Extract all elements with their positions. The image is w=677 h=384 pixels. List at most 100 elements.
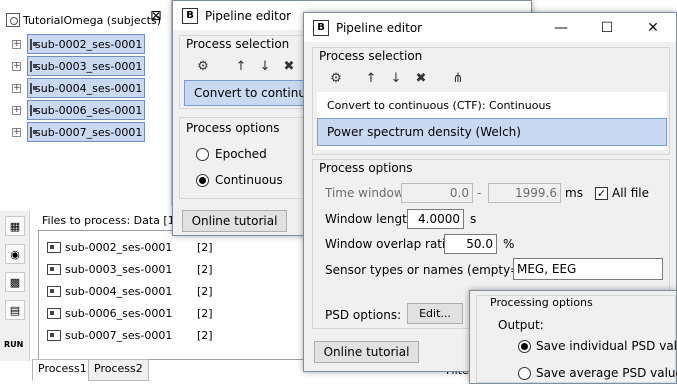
overlap-field[interactable]: 50.0 xyxy=(444,234,497,254)
online-tutorial-button[interactable]: Online tutorial xyxy=(314,341,419,363)
epoched-radio[interactable] xyxy=(196,148,209,161)
group-title: Process options xyxy=(319,161,413,175)
subject-label: sub-0003_ses-0001 xyxy=(35,59,143,73)
brainstorm-app-icon: B xyxy=(313,19,329,36)
list-item[interactable]: sub-0003_ses-0001 [2] xyxy=(47,259,297,279)
edit-button[interactable]: Edit... xyxy=(407,303,463,324)
move-down-icon[interactable]: ↓ xyxy=(385,68,407,88)
save-individual-radio[interactable] xyxy=(518,340,531,353)
data-file-icon xyxy=(47,241,61,253)
gear-icon[interactable]: ⚙ xyxy=(325,68,347,88)
window-length-label: Window length: xyxy=(325,212,419,226)
sensor-field[interactable]: MEG, EEG xyxy=(513,258,663,280)
move-up-icon[interactable]: ↑ xyxy=(360,68,382,88)
tree-subject[interactable]: + sub-0002_ses-0001 xyxy=(12,34,145,54)
overlap-label: Window overlap ratio: xyxy=(325,237,457,251)
time-end-field[interactable]: 1999.6 xyxy=(488,183,561,203)
tree-subject[interactable]: + sub-0003_ses-0001 xyxy=(12,56,145,76)
save-average-radio[interactable] xyxy=(518,367,531,380)
file-count: [2] xyxy=(197,284,213,298)
group-title: Processing options xyxy=(490,296,593,309)
window-title: Pipeline editor xyxy=(336,20,423,35)
files-title: Files to process: Data [10] xyxy=(42,214,186,227)
time-window-label: Time window: xyxy=(325,186,408,200)
all-file-checkbox[interactable]: ✓ xyxy=(595,187,608,200)
data-file-icon xyxy=(47,285,61,297)
window-length-field[interactable]: 4.0000 xyxy=(407,209,464,229)
save-average-label[interactable]: Save average PSD values (a xyxy=(536,366,677,380)
process1-tab-icon[interactable]: ▦ xyxy=(5,216,25,236)
file-name: sub-0004_ses-0001 xyxy=(65,284,173,298)
gear-icon[interactable]: ⚙ xyxy=(192,56,214,76)
all-file-label[interactable]: All file xyxy=(612,186,649,200)
delete-icon[interactable]: ✖ xyxy=(410,68,432,88)
minimize-icon[interactable]: — xyxy=(538,13,584,42)
process-tabs: Process1 Process2 xyxy=(30,359,310,384)
window-length-unit: s xyxy=(470,212,477,226)
layers-icon[interactable]: ▤ xyxy=(5,300,25,320)
subject-icon xyxy=(30,38,37,50)
tab-process2[interactable]: Process2 xyxy=(88,359,149,381)
tree-subject[interactable]: + sub-0006_ses-0001 xyxy=(12,100,145,120)
subject-icon xyxy=(30,104,37,116)
online-tutorial-button[interactable]: Online tutorial xyxy=(182,210,287,232)
epoched-label[interactable]: Epoched xyxy=(215,147,267,161)
close-icon[interactable]: ⊠ xyxy=(150,8,162,24)
file-count: [2] xyxy=(197,306,213,320)
maximize-icon[interactable]: ☐ xyxy=(584,13,630,42)
files-list[interactable]: sub-0002_ses-0001 [2] sub-0003_ses-0001 … xyxy=(38,230,304,360)
file-name: sub-0003_ses-0001 xyxy=(65,262,173,276)
tab-process1[interactable]: Process1 xyxy=(32,359,93,381)
time-start-field[interactable]: 0.0 xyxy=(401,183,473,203)
list-item[interactable]: sub-0002_ses-0001 [2] xyxy=(47,237,297,257)
window-title: Pipeline editor xyxy=(205,8,292,23)
close-icon[interactable]: ✕ xyxy=(630,13,676,42)
process-item[interactable]: Convert to continuous (CTF): Continuous xyxy=(317,94,667,118)
data-file-icon xyxy=(47,307,61,319)
file-name: sub-0002_ses-0001 xyxy=(65,240,173,254)
list-item[interactable]: sub-0007_ses-0001 [2] xyxy=(47,325,297,345)
pipeline-tree-icon[interactable]: ⋔ xyxy=(447,68,469,88)
tree-subject[interactable]: + sub-0007_ses-0001 xyxy=(12,122,145,142)
tree-root-label: TutorialOmega (subjects) xyxy=(23,13,161,27)
file-name: sub-0006_ses-0001 xyxy=(65,306,173,320)
tree-subject[interactable]: + sub-0004_ses-0001 xyxy=(12,78,145,98)
subject-icon xyxy=(30,126,37,138)
expand-icon[interactable]: + xyxy=(12,39,21,49)
expand-icon[interactable]: + xyxy=(12,105,21,115)
subject-icon xyxy=(30,60,37,72)
continuous-label[interactable]: Continuous xyxy=(215,173,283,187)
database-tree-panel: TutorialOmega (subjects) ⊠ + sub-0002_se… xyxy=(0,0,172,206)
subject-label: sub-0007_ses-0001 xyxy=(35,125,143,139)
list-item[interactable]: sub-0004_ses-0001 [2] xyxy=(47,281,297,301)
run-label[interactable]: RUN xyxy=(4,340,23,349)
subject-label: sub-0006_ses-0001 xyxy=(35,103,143,117)
time-unit: ms xyxy=(565,186,583,200)
process-item-selected[interactable]: Power spectrum density (Welch) xyxy=(317,118,667,146)
subject-label: sub-0004_ses-0001 xyxy=(35,81,143,95)
expand-icon[interactable]: + xyxy=(12,61,21,71)
time-dash: - xyxy=(477,186,482,200)
save-individual-label[interactable]: Save individual PSD values xyxy=(536,339,677,353)
expand-icon[interactable]: + xyxy=(12,127,21,137)
move-down-icon[interactable]: ↓ xyxy=(254,56,276,76)
group-title: Process options xyxy=(186,121,280,135)
titlebar[interactable]: B Pipeline editor — ☐ ✕ xyxy=(304,13,676,42)
tree-root[interactable]: TutorialOmega (subjects) xyxy=(6,13,161,27)
file-name: sub-0007_ses-0001 xyxy=(65,328,173,342)
overlap-unit: % xyxy=(503,237,515,251)
file-count: [2] xyxy=(197,240,213,254)
move-up-icon[interactable]: ↑ xyxy=(230,56,252,76)
psd-options-label: PSD options: xyxy=(325,308,402,322)
expand-icon[interactable]: + xyxy=(12,83,21,93)
continuous-radio[interactable] xyxy=(196,174,209,187)
sensor-label: Sensor types or names (empty=all): xyxy=(325,263,543,277)
list-item[interactable]: sub-0006_ses-0001 [2] xyxy=(47,303,297,323)
delete-icon[interactable]: ✖ xyxy=(278,56,300,76)
colormap-icon[interactable]: ▩ xyxy=(5,272,25,292)
brainstorm-app-icon: B xyxy=(182,7,198,24)
file-count: [2] xyxy=(197,262,213,276)
data-file-icon xyxy=(47,263,61,275)
brain-icon[interactable]: ◉ xyxy=(5,244,25,264)
process-selection-group: Process selection ⚙ ↑ ↓ ✖ ⋔ Convert to c… xyxy=(312,47,670,155)
